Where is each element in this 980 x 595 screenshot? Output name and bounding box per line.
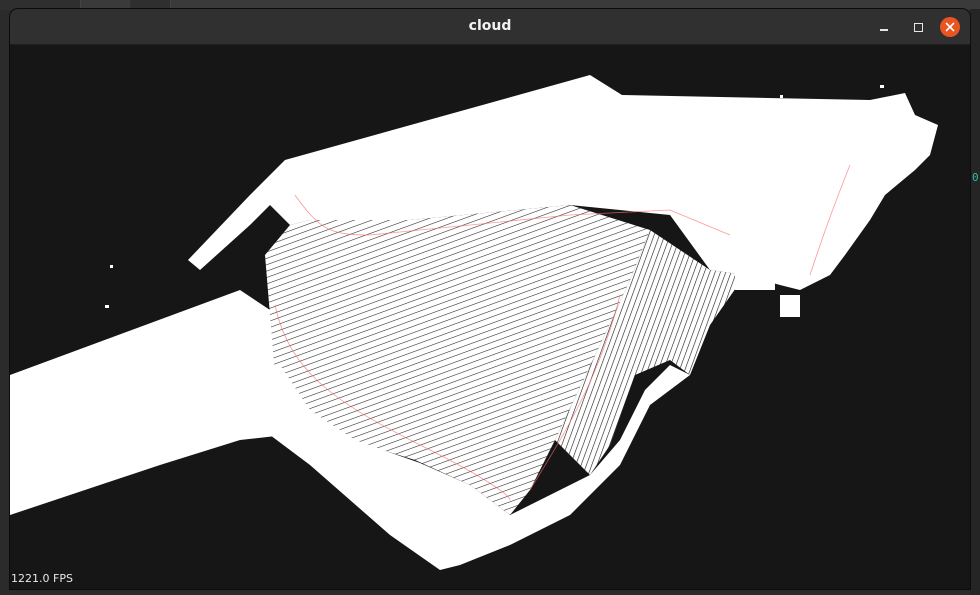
window-title: cloud xyxy=(468,18,512,34)
maximize-button[interactable] xyxy=(907,16,929,38)
point-cloud-render xyxy=(10,75,938,570)
close-icon xyxy=(945,22,955,32)
fps-counter: 1221.0 FPS xyxy=(11,572,73,585)
background-window-edge: 0 xyxy=(970,9,980,595)
point-cloud-viewport[interactable]: 1221.0 FPS xyxy=(10,45,970,589)
window-titlebar[interactable]: cloud xyxy=(10,9,970,45)
maximize-icon xyxy=(913,22,923,32)
minimize-icon xyxy=(880,29,888,31)
background-terminal-glyph: 0 xyxy=(972,171,979,184)
minimize-button[interactable] xyxy=(873,16,895,38)
close-button[interactable] xyxy=(940,17,960,37)
cloud-viewer-window: cloud 1221.0 FPS xyxy=(10,9,970,589)
